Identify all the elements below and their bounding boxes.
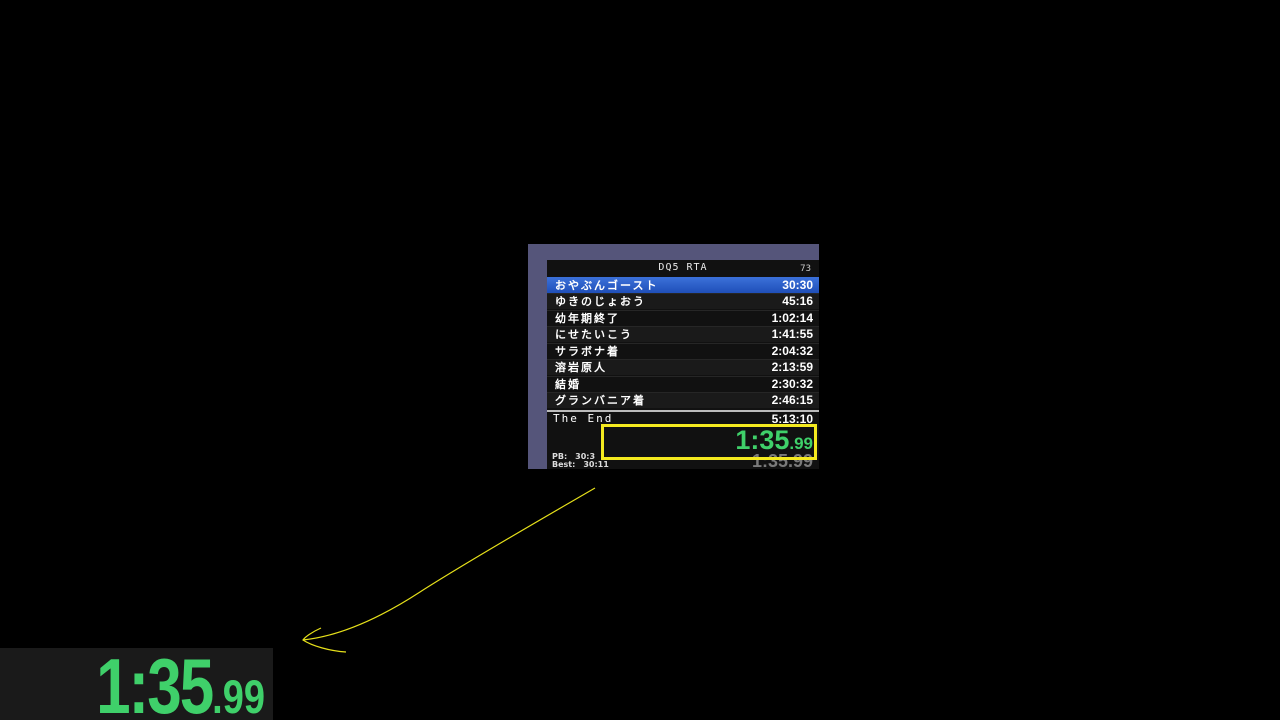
split-name: ゆきのじょおう <box>555 295 646 308</box>
zoomed-timer-main: 1:35 <box>96 644 214 720</box>
screen: DQ5 RTA 73 おやぶんゴースト 30:30 ゆきのじょおう 45:16 … <box>0 0 1280 720</box>
split-time: 45:16 <box>782 294 813 308</box>
split-row[interactable]: ゆきのじょおう 45:16 <box>547 293 819 309</box>
split-time: 30:30 <box>782 278 813 292</box>
arrow-curve <box>302 487 596 641</box>
split-name: 幼年期終了 <box>555 312 620 325</box>
split-row[interactable]: サラボナ着 2:04:32 <box>547 343 819 359</box>
split-name: おやぶんゴースト <box>555 279 659 292</box>
zoomed-timer-panel: 1:35.99 <box>0 644 273 720</box>
split-time: 2:30:32 <box>771 377 813 391</box>
attempt-counter: 73 <box>800 264 811 274</box>
split-row[interactable]: 溶岩原人 2:13:59 <box>547 359 819 375</box>
split-time: 1:41:55 <box>771 327 813 341</box>
split-name: 結婚 <box>555 378 581 391</box>
split-row[interactable]: にせたいこう 1:41:55 <box>547 326 819 342</box>
split-time: 2:13:59 <box>771 360 813 374</box>
best-info: Best: 30:11 <box>552 460 609 469</box>
split-time: 2:04:32 <box>771 344 813 358</box>
timer-highlight-box <box>601 424 817 460</box>
split-time: 2:46:15 <box>771 393 813 407</box>
split-name: グランバニア着 <box>555 394 646 407</box>
zoomed-timer-fraction: .99 <box>212 671 265 720</box>
split-row[interactable]: グランバニア着 2:46:15 <box>547 392 819 408</box>
best-value: 30:11 <box>583 460 609 469</box>
splits-header: DQ5 RTA 73 <box>547 260 819 277</box>
split-name: にせたいこう <box>555 328 633 341</box>
split-row[interactable]: 幼年期終了 1:02:14 <box>547 310 819 326</box>
arrow-head <box>302 627 347 653</box>
split-name: 溶岩原人 <box>555 361 607 374</box>
run-title: DQ5 RTA <box>658 262 708 273</box>
best-label: Best: <box>552 460 576 469</box>
split-row[interactable]: 結婚 2:30:32 <box>547 376 819 392</box>
split-time: 1:02:14 <box>771 311 813 325</box>
split-row-current[interactable]: おやぶんゴースト 30:30 <box>547 277 819 293</box>
split-name: サラボナ着 <box>555 345 620 358</box>
zoomed-timer: 1:35.99 <box>96 644 265 720</box>
